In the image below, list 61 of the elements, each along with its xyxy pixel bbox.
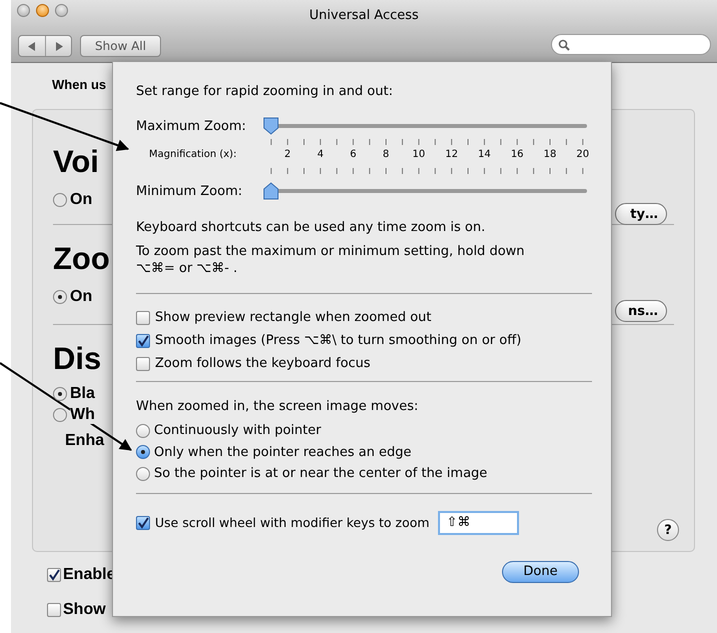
search-field[interactable] (551, 34, 711, 55)
window-title: Universal Access (309, 8, 419, 23)
tick-label: 14 (478, 149, 491, 160)
tick-label: 6 (350, 149, 356, 160)
checkbox[interactable] (136, 356, 150, 370)
close-button[interactable] (36, 4, 49, 17)
options-button[interactable]: ty… (615, 203, 667, 225)
section-title: Dis (53, 340, 102, 378)
radio-button[interactable] (53, 408, 67, 422)
back-forward-control[interactable] (18, 35, 72, 57)
radio-label: So the pointer is at or near the center of the image (154, 466, 488, 482)
checkbox-label: Show preview rectangle when zoomed out (155, 310, 432, 325)
radio-label: Only when the pointer reaches an edge (154, 444, 412, 460)
checkbox-label: Show (63, 601, 106, 619)
tick-label: 8 (382, 149, 390, 160)
done-button[interactable]: Done (502, 560, 579, 582)
tick-label: 20 (576, 149, 590, 160)
checkbox-label: Zoom follows the keyboard focus (155, 356, 370, 371)
radio-button[interactable] (136, 424, 150, 438)
left-triangle-icon (28, 42, 36, 50)
checkbox[interactable] (136, 334, 150, 348)
radio-label: Continuously with pointer (154, 423, 322, 438)
show-all-button[interactable]: Show All (80, 35, 162, 57)
hold-down-note: To zoom past the maximum or minimum setting, hold down ⌥⌘= or ⌥⌘- . (136, 243, 525, 277)
assistance-prompt: When us (52, 77, 106, 92)
option-label: Wh (70, 406, 95, 424)
shortcut-note: Keyboard shortcuts can be used any time zoom is on. (136, 220, 486, 235)
checkbox-label: Use scroll wheel with modifier keys to zoom (155, 515, 430, 530)
radio-button[interactable] (136, 445, 150, 460)
checkbox[interactable] (136, 310, 150, 324)
modifier-keys-field[interactable]: ⇧⌘ (438, 510, 520, 534)
radio-button[interactable] (53, 290, 67, 304)
search-icon (558, 38, 570, 50)
section-title: Voi (53, 143, 99, 181)
options-button[interactable]: ns… (615, 300, 667, 322)
checkbox[interactable] (47, 603, 61, 617)
tick-label: 4 (317, 149, 324, 160)
section-label: Enha (65, 432, 104, 450)
moves-heading: When zoomed in, the screen image moves: (136, 399, 418, 414)
radio-button[interactable] (53, 192, 67, 206)
slider-thumb[interactable] (263, 182, 279, 200)
magnification-label: Magnification (x): (148, 149, 238, 160)
tick-label: 10 (412, 149, 426, 160)
window-control[interactable] (17, 4, 30, 17)
slider-thumb[interactable] (263, 117, 279, 135)
range-heading: Set range for rapid zooming in and out: (136, 84, 393, 99)
right-triangle-icon (54, 42, 62, 50)
radio-button[interactable] (136, 466, 150, 481)
tick-label: 16 (510, 149, 524, 160)
window-control[interactable] (55, 4, 68, 17)
checkbox[interactable] (136, 516, 150, 530)
tick-label: 2 (284, 149, 291, 160)
checkbox[interactable] (47, 568, 61, 582)
tick-label: 12 (445, 149, 458, 160)
radio-button[interactable] (53, 387, 67, 401)
tick-label: 18 (544, 149, 556, 160)
section-title: Zoo (53, 240, 110, 278)
slider-label: Minimum Zoom: (136, 184, 244, 198)
help-button[interactable]: ? (657, 519, 679, 541)
slider-label: Maximum Zoom: (136, 118, 248, 134)
checkbox-label: Smooth images (Press ⌥⌘\ to turn smoothing on or off) (155, 333, 522, 348)
